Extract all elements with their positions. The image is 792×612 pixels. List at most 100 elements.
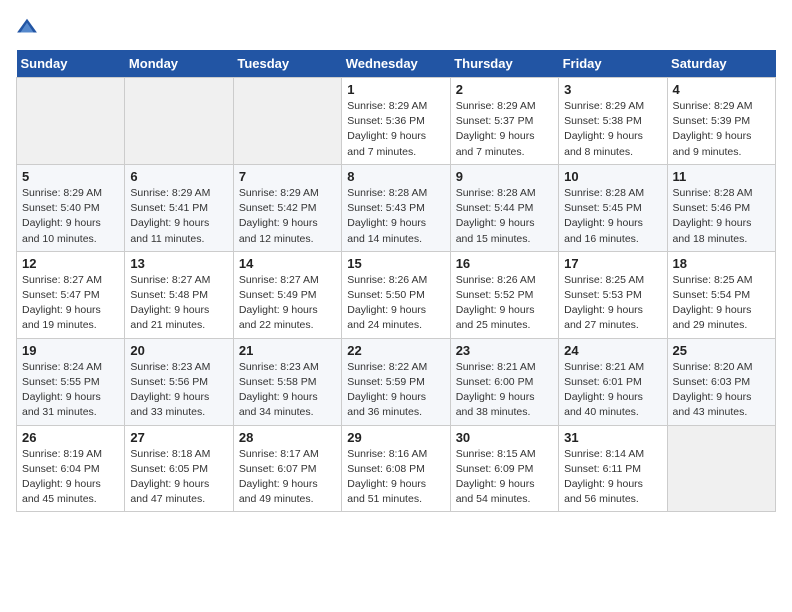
day-cell: 31 Sunrise: 8:14 AM Sunset: 6:11 PM Dayli… bbox=[559, 425, 667, 512]
day-cell: 8 Sunrise: 8:28 AM Sunset: 5:43 PM Daylig… bbox=[342, 164, 450, 251]
day-detail: Sunrise: 8:24 AM Sunset: 5:55 PM Dayligh… bbox=[22, 360, 119, 421]
day-cell: 29 Sunrise: 8:16 AM Sunset: 6:08 PM Dayli… bbox=[342, 425, 450, 512]
day-number: 15 bbox=[347, 256, 444, 271]
day-cell: 14 Sunrise: 8:27 AM Sunset: 5:49 PM Dayli… bbox=[233, 251, 341, 338]
day-number: 31 bbox=[564, 430, 661, 445]
header-friday: Friday bbox=[559, 50, 667, 78]
calendar-table: SundayMondayTuesdayWednesdayThursdayFrid… bbox=[16, 50, 776, 512]
day-detail: Sunrise: 8:29 AM Sunset: 5:36 PM Dayligh… bbox=[347, 99, 444, 160]
day-number: 26 bbox=[22, 430, 119, 445]
day-detail: Sunrise: 8:29 AM Sunset: 5:39 PM Dayligh… bbox=[673, 99, 770, 160]
day-number: 14 bbox=[239, 256, 336, 271]
day-cell: 20 Sunrise: 8:23 AM Sunset: 5:56 PM Dayli… bbox=[125, 338, 233, 425]
day-number: 1 bbox=[347, 82, 444, 97]
header-saturday: Saturday bbox=[667, 50, 775, 78]
day-detail: Sunrise: 8:21 AM Sunset: 6:00 PM Dayligh… bbox=[456, 360, 553, 421]
day-cell: 23 Sunrise: 8:21 AM Sunset: 6:00 PM Dayli… bbox=[450, 338, 558, 425]
day-cell: 26 Sunrise: 8:19 AM Sunset: 6:04 PM Dayli… bbox=[17, 425, 125, 512]
day-number: 11 bbox=[673, 169, 770, 184]
week-row-4: 26 Sunrise: 8:19 AM Sunset: 6:04 PM Dayli… bbox=[17, 425, 776, 512]
day-cell: 3 Sunrise: 8:29 AM Sunset: 5:38 PM Daylig… bbox=[559, 78, 667, 165]
day-cell: 12Sunrise: 8:27 AM Sunset: 5:47 PM Dayli… bbox=[17, 251, 125, 338]
day-number: 17 bbox=[564, 256, 661, 271]
day-detail: Sunrise: 8:28 AM Sunset: 5:44 PM Dayligh… bbox=[456, 186, 553, 247]
day-detail: Sunrise: 8:29 AM Sunset: 5:37 PM Dayligh… bbox=[456, 99, 553, 160]
day-cell: 2 Sunrise: 8:29 AM Sunset: 5:37 PM Daylig… bbox=[450, 78, 558, 165]
logo-icon bbox=[16, 16, 38, 38]
day-number: 22 bbox=[347, 343, 444, 358]
day-detail: Sunrise: 8:16 AM Sunset: 6:08 PM Dayligh… bbox=[347, 447, 444, 508]
day-cell: 21Sunrise: 8:23 AM Sunset: 5:58 PM Dayli… bbox=[233, 338, 341, 425]
day-cell: 9Sunrise: 8:28 AM Sunset: 5:44 PM Daylig… bbox=[450, 164, 558, 251]
header-thursday: Thursday bbox=[450, 50, 558, 78]
day-number: 2 bbox=[456, 82, 553, 97]
day-cell: 28 Sunrise: 8:17 AM Sunset: 6:07 PM Dayli… bbox=[233, 425, 341, 512]
day-number: 30 bbox=[456, 430, 553, 445]
day-number: 10 bbox=[564, 169, 661, 184]
days-header-row: SundayMondayTuesdayWednesdayThursdayFrid… bbox=[17, 50, 776, 78]
day-detail: Sunrise: 8:26 AM Sunset: 5:52 PM Dayligh… bbox=[456, 273, 553, 334]
day-detail: Sunrise: 8:21 AM Sunset: 6:01 PM Dayligh… bbox=[564, 360, 661, 421]
day-cell: 25 Sunrise: 8:20 AM Sunset: 6:03 PM Dayli… bbox=[667, 338, 775, 425]
header-wednesday: Wednesday bbox=[342, 50, 450, 78]
day-cell: 15 Sunrise: 8:26 AM Sunset: 5:50 PM Dayli… bbox=[342, 251, 450, 338]
day-cell bbox=[667, 425, 775, 512]
day-detail: Sunrise: 8:20 AM Sunset: 6:03 PM Dayligh… bbox=[673, 360, 770, 421]
day-number: 13 bbox=[130, 256, 227, 271]
day-number: 3 bbox=[564, 82, 661, 97]
day-cell: 22Sunrise: 8:22 AM Sunset: 5:59 PM Dayli… bbox=[342, 338, 450, 425]
day-cell bbox=[125, 78, 233, 165]
day-detail: Sunrise: 8:29 AM Sunset: 5:40 PM Dayligh… bbox=[22, 186, 119, 247]
day-cell: 19Sunrise: 8:24 AM Sunset: 5:55 PM Dayli… bbox=[17, 338, 125, 425]
day-cell: 16 Sunrise: 8:26 AM Sunset: 5:52 PM Dayli… bbox=[450, 251, 558, 338]
day-number: 29 bbox=[347, 430, 444, 445]
day-cell: 7 Sunrise: 8:29 AM Sunset: 5:42 PM Daylig… bbox=[233, 164, 341, 251]
header-monday: Monday bbox=[125, 50, 233, 78]
day-cell: 24Sunrise: 8:21 AM Sunset: 6:01 PM Dayli… bbox=[559, 338, 667, 425]
logo bbox=[16, 16, 42, 38]
day-number: 8 bbox=[347, 169, 444, 184]
day-detail: Sunrise: 8:25 AM Sunset: 5:54 PM Dayligh… bbox=[673, 273, 770, 334]
day-number: 25 bbox=[673, 343, 770, 358]
day-number: 7 bbox=[239, 169, 336, 184]
header-tuesday: Tuesday bbox=[233, 50, 341, 78]
day-cell: 10 Sunrise: 8:28 AM Sunset: 5:45 PM Dayli… bbox=[559, 164, 667, 251]
day-number: 27 bbox=[130, 430, 227, 445]
day-detail: Sunrise: 8:28 AM Sunset: 5:46 PM Dayligh… bbox=[673, 186, 770, 247]
week-row-2: 12Sunrise: 8:27 AM Sunset: 5:47 PM Dayli… bbox=[17, 251, 776, 338]
header-sunday: Sunday bbox=[17, 50, 125, 78]
day-detail: Sunrise: 8:29 AM Sunset: 5:42 PM Dayligh… bbox=[239, 186, 336, 247]
day-cell bbox=[233, 78, 341, 165]
day-detail: Sunrise: 8:28 AM Sunset: 5:43 PM Dayligh… bbox=[347, 186, 444, 247]
day-detail: Sunrise: 8:27 AM Sunset: 5:49 PM Dayligh… bbox=[239, 273, 336, 334]
day-cell: 1 Sunrise: 8:29 AM Sunset: 5:36 PM Daylig… bbox=[342, 78, 450, 165]
day-detail: Sunrise: 8:19 AM Sunset: 6:04 PM Dayligh… bbox=[22, 447, 119, 508]
day-detail: Sunrise: 8:26 AM Sunset: 5:50 PM Dayligh… bbox=[347, 273, 444, 334]
day-detail: Sunrise: 8:27 AM Sunset: 5:48 PM Dayligh… bbox=[130, 273, 227, 334]
day-cell: 27 Sunrise: 8:18 AM Sunset: 6:05 PM Dayli… bbox=[125, 425, 233, 512]
day-detail: Sunrise: 8:27 AM Sunset: 5:47 PM Dayligh… bbox=[22, 273, 119, 334]
day-number: 28 bbox=[239, 430, 336, 445]
day-detail: Sunrise: 8:29 AM Sunset: 5:41 PM Dayligh… bbox=[130, 186, 227, 247]
day-cell: 17 Sunrise: 8:25 AM Sunset: 5:53 PM Dayli… bbox=[559, 251, 667, 338]
day-detail: Sunrise: 8:23 AM Sunset: 5:58 PM Dayligh… bbox=[239, 360, 336, 421]
week-row-1: 5Sunrise: 8:29 AM Sunset: 5:40 PM Daylig… bbox=[17, 164, 776, 251]
day-number: 18 bbox=[673, 256, 770, 271]
day-detail: Sunrise: 8:28 AM Sunset: 5:45 PM Dayligh… bbox=[564, 186, 661, 247]
day-detail: Sunrise: 8:25 AM Sunset: 5:53 PM Dayligh… bbox=[564, 273, 661, 334]
day-detail: Sunrise: 8:23 AM Sunset: 5:56 PM Dayligh… bbox=[130, 360, 227, 421]
day-detail: Sunrise: 8:14 AM Sunset: 6:11 PM Dayligh… bbox=[564, 447, 661, 508]
day-number: 4 bbox=[673, 82, 770, 97]
day-cell: 11 Sunrise: 8:28 AM Sunset: 5:46 PM Dayli… bbox=[667, 164, 775, 251]
day-cell: 4 Sunrise: 8:29 AM Sunset: 5:39 PM Daylig… bbox=[667, 78, 775, 165]
day-cell: 13 Sunrise: 8:27 AM Sunset: 5:48 PM Dayli… bbox=[125, 251, 233, 338]
day-detail: Sunrise: 8:18 AM Sunset: 6:05 PM Dayligh… bbox=[130, 447, 227, 508]
day-detail: Sunrise: 8:17 AM Sunset: 6:07 PM Dayligh… bbox=[239, 447, 336, 508]
day-cell: 30Sunrise: 8:15 AM Sunset: 6:09 PM Dayli… bbox=[450, 425, 558, 512]
day-detail: Sunrise: 8:29 AM Sunset: 5:38 PM Dayligh… bbox=[564, 99, 661, 160]
header bbox=[16, 16, 776, 38]
day-number: 16 bbox=[456, 256, 553, 271]
day-number: 23 bbox=[456, 343, 553, 358]
day-number: 20 bbox=[130, 343, 227, 358]
week-row-0: 1 Sunrise: 8:29 AM Sunset: 5:36 PM Daylig… bbox=[17, 78, 776, 165]
